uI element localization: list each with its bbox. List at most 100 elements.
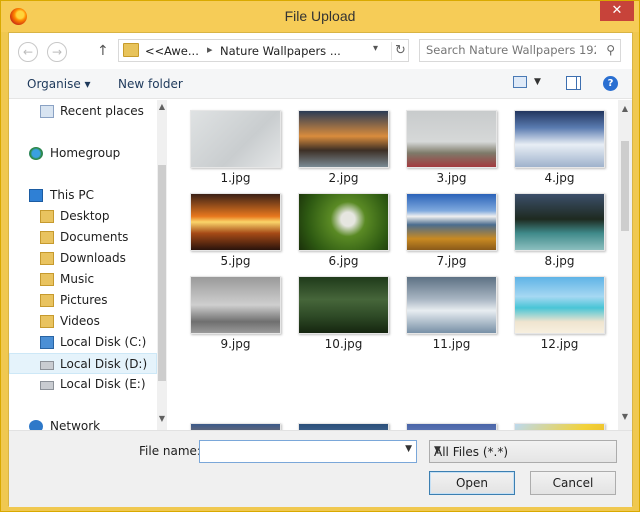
- sidebar-item-local-disk-d[interactable]: Local Disk (D:): [9, 353, 157, 374]
- homegroup-icon: [29, 147, 43, 160]
- file-name[interactable]: 8.jpg: [514, 254, 605, 268]
- sidebar-item-label: This PC: [50, 188, 94, 202]
- thumbnail[interactable]: [190, 193, 281, 251]
- sidebar-item-label: Music: [60, 272, 95, 286]
- organise-menu[interactable]: Organise ▾: [27, 77, 91, 91]
- file-name[interactable]: 6.jpg: [298, 254, 389, 268]
- chevron-up-icon[interactable]: ▲: [157, 102, 167, 116]
- sidebar-item-desktop[interactable]: Desktop: [9, 206, 157, 227]
- sidebar-item-homegroup[interactable]: Homegroup: [9, 143, 157, 164]
- scrollbar-thumb[interactable]: [158, 165, 166, 381]
- sidebar-item-recent-places[interactable]: Recent places: [9, 101, 157, 122]
- folder-icon: [40, 273, 54, 286]
- thumbnail[interactable]: [406, 276, 497, 334]
- chevron-up-icon[interactable]: ▲: [618, 104, 632, 118]
- sidebar-item-network[interactable]: Network: [9, 416, 157, 430]
- file-name[interactable]: 3.jpg: [406, 171, 497, 185]
- sidebar-item-local-disk-e[interactable]: Local Disk (E:): [9, 374, 157, 395]
- title-bar[interactable]: File Upload ✕: [1, 1, 639, 32]
- help-icon[interactable]: ?: [603, 76, 618, 91]
- folder-icon: [123, 43, 139, 57]
- sidebar-item-label: Recent places: [60, 104, 144, 118]
- navigation-pane: Recent places Homegroup This PC Desktop …: [9, 100, 167, 430]
- open-button[interactable]: Open: [429, 471, 515, 495]
- search-box[interactable]: ⚲: [419, 39, 621, 62]
- chevron-down-icon[interactable]: ▾: [373, 43, 378, 54]
- folder-icon: [40, 315, 54, 328]
- file-name[interactable]: 4.jpg: [514, 171, 605, 185]
- file-name[interactable]: 9.jpg: [190, 337, 281, 351]
- navigation-pane-scrollbar[interactable]: ▲ ▼: [157, 100, 167, 430]
- file-name[interactable]: 12.jpg: [514, 337, 605, 351]
- sidebar-item-music[interactable]: Music: [9, 269, 157, 290]
- back-button[interactable]: ←: [18, 42, 38, 62]
- sidebar-item-videos[interactable]: Videos: [9, 311, 157, 332]
- search-icon[interactable]: ⚲: [606, 43, 615, 57]
- cancel-button[interactable]: Cancel: [530, 471, 616, 495]
- up-button[interactable]: ↑: [97, 43, 109, 59]
- thumbnail[interactable]: [406, 193, 497, 251]
- forward-button[interactable]: →: [47, 42, 67, 62]
- chevron-down-icon[interactable]: ▼: [618, 412, 632, 426]
- address-overflow[interactable]: <<: [145, 44, 164, 58]
- folder-icon: [40, 210, 54, 223]
- scrollbar-thumb[interactable]: [621, 141, 629, 231]
- folder-icon: [40, 294, 54, 307]
- thumbnail[interactable]: [298, 110, 389, 168]
- folder-icon: [40, 252, 54, 265]
- thumbnail[interactable]: [298, 193, 389, 251]
- drive-icon: [40, 381, 54, 390]
- refresh-icon[interactable]: ↻: [391, 42, 409, 60]
- chevron-down-icon[interactable]: ▼: [405, 444, 412, 454]
- thumbnail[interactable]: [514, 276, 605, 334]
- chevron-down-icon[interactable]: ▼: [434, 445, 611, 455]
- thumbnail[interactable]: [406, 110, 497, 168]
- sidebar-item-label: Network: [50, 419, 101, 430]
- folder-icon: [40, 231, 54, 244]
- file-name-input[interactable]: [203, 444, 398, 458]
- file-name[interactable]: 11.jpg: [406, 337, 497, 351]
- computer-icon: [29, 189, 43, 202]
- sidebar-item-label: Local Disk (D:): [60, 357, 148, 371]
- thumbnail[interactable]: [514, 110, 605, 168]
- thumbnail[interactable]: [190, 423, 281, 430]
- preview-pane-icon[interactable]: [566, 76, 581, 90]
- file-name[interactable]: 1.jpg: [190, 171, 281, 185]
- chevron-down-icon[interactable]: ▼: [157, 414, 167, 428]
- thumbnail[interactable]: [298, 276, 389, 334]
- address-bar[interactable]: << Awe... ▸ Nature Wallpapers ... ▾ ↻: [118, 39, 409, 62]
- file-type-select[interactable]: All Files (*.*) ▼: [429, 440, 617, 463]
- file-grid-scrollbar[interactable]: ▲ ▼: [618, 100, 632, 430]
- file-name[interactable]: 7.jpg: [406, 254, 497, 268]
- recent-places-icon: [40, 105, 54, 118]
- windows-drive-icon: [40, 336, 54, 349]
- view-icon[interactable]: [513, 76, 527, 88]
- thumbnail[interactable]: [406, 423, 497, 430]
- dialog-footer: File name: ▼ All Files (*.*) ▼ Open Canc…: [9, 430, 632, 507]
- thumbnail[interactable]: [190, 276, 281, 334]
- sidebar-item-this-pc[interactable]: This PC: [9, 185, 157, 206]
- sidebar-item-pictures[interactable]: Pictures: [9, 290, 157, 311]
- chevron-down-icon[interactable]: ▼: [534, 77, 541, 87]
- breadcrumb-awe[interactable]: Awe...: [164, 44, 199, 58]
- thumbnail[interactable]: [298, 423, 389, 430]
- breadcrumb-nature-wallpapers[interactable]: Nature Wallpapers ...: [220, 44, 341, 58]
- file-name-box[interactable]: ▼: [199, 440, 417, 463]
- close-button[interactable]: ✕: [600, 1, 634, 21]
- thumbnail[interactable]: [514, 423, 605, 430]
- sidebar-item-downloads[interactable]: Downloads: [9, 248, 157, 269]
- sidebar-item-label: Desktop: [60, 209, 110, 223]
- file-upload-window: File Upload ✕ ← → ↑ << Awe... ▸ Nature W…: [0, 0, 640, 512]
- file-name[interactable]: 10.jpg: [298, 337, 389, 351]
- search-input[interactable]: [426, 43, 596, 57]
- command-bar: Organise ▾ New folder ▼ ?: [9, 69, 632, 99]
- sidebar-item-documents[interactable]: Documents: [9, 227, 157, 248]
- sidebar-item-local-disk-c[interactable]: Local Disk (C:): [9, 332, 157, 353]
- file-name[interactable]: 2.jpg: [298, 171, 389, 185]
- network-icon: [29, 420, 43, 430]
- file-name[interactable]: 5.jpg: [190, 254, 281, 268]
- new-folder-button[interactable]: New folder: [118, 77, 183, 91]
- thumbnail[interactable]: [514, 193, 605, 251]
- sidebar-item-label: Videos: [60, 314, 100, 328]
- thumbnail[interactable]: [190, 110, 281, 168]
